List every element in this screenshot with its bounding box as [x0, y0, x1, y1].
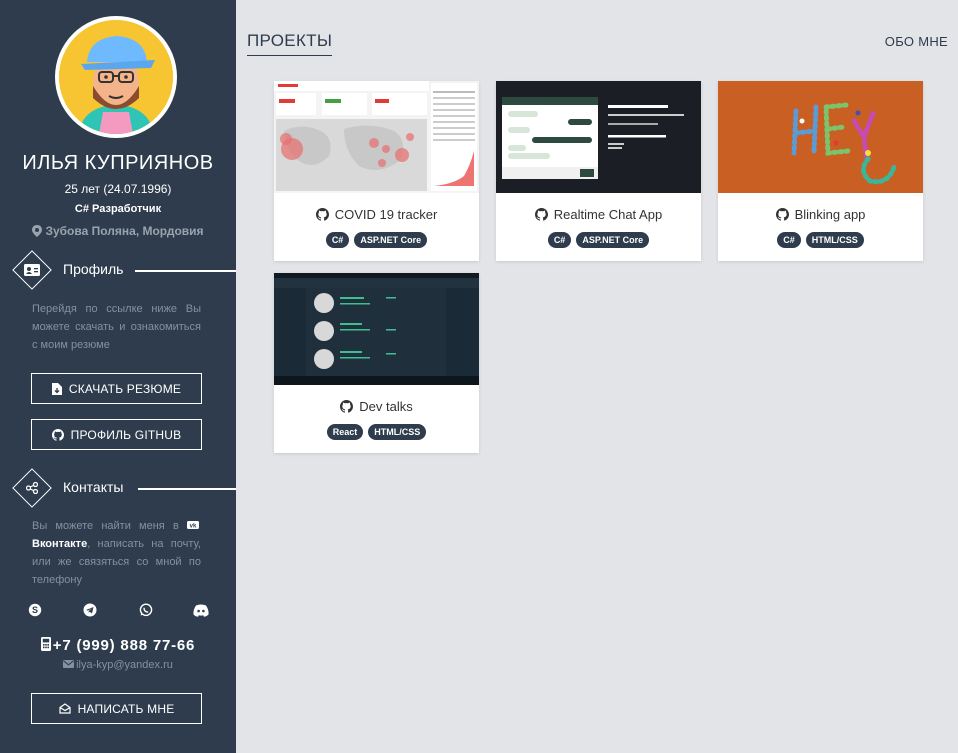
telegram-icon[interactable] — [82, 602, 98, 618]
discord-icon[interactable] — [193, 602, 209, 618]
project-tags: C# ASP.NET Core — [496, 232, 701, 248]
avatar — [55, 16, 177, 138]
tag-badge: C# — [547, 232, 572, 248]
contacts-text-before: Вы можете найти меня в — [32, 520, 187, 532]
project-card-chat[interactable]: Realtime Chat App C# ASP.NET Core — [496, 81, 701, 261]
project-title[interactable]: Dev talks — [359, 399, 412, 414]
vk-link-label: Вконтакте — [32, 538, 88, 550]
svg-text:S: S — [32, 605, 38, 615]
project-tags: C# ASP.NET Core — [274, 232, 479, 248]
email-address[interactable]: ilya-kyp@yandex.ru — [0, 659, 236, 671]
vk-icon: vk — [187, 521, 199, 529]
write-me-button[interactable]: НАПИСАТЬ МНЕ — [31, 693, 202, 724]
github-icon — [340, 400, 354, 413]
github-icon — [775, 208, 789, 221]
file-download-icon — [51, 382, 62, 395]
share-icon — [22, 478, 42, 498]
tag-badge: C# — [777, 232, 801, 248]
profile-section-title: Профиль — [63, 261, 124, 277]
project-tags: React HTML/CSS — [274, 424, 479, 440]
project-title[interactable]: Realtime Chat App — [554, 207, 662, 222]
profile-section-header: Профиль — [0, 250, 236, 290]
profile-role: C# Разработчик — [74, 203, 162, 215]
project-card-devtalks[interactable]: Dev talks React HTML/CSS — [274, 273, 479, 453]
project-title-row: Realtime Chat App — [496, 207, 701, 222]
github-icon — [315, 208, 329, 221]
write-me-label: НАПИСАТЬ МНЕ — [77, 701, 175, 716]
project-thumbnail-chat — [496, 81, 701, 193]
location-text: Зубова Поляна, Мордовия — [45, 224, 204, 238]
tag-badge: ASP.NET Core — [354, 232, 428, 248]
tag-badge: React — [326, 424, 364, 440]
project-title-row: COVID 19 tracker — [274, 207, 479, 222]
github-profile-label: ПРОФИЛЬ GITHUB — [70, 427, 182, 442]
project-card-covid[interactable]: COVID 19 tracker C# ASP.NET Core — [274, 81, 479, 261]
project-title-row: Dev talks — [274, 399, 479, 414]
github-icon — [534, 208, 548, 221]
tag-badge: HTML/CSS — [368, 424, 427, 440]
project-thumbnail-blinking — [718, 81, 923, 193]
project-thumbnail-devtalks — [274, 273, 479, 385]
phone-text: +7 (999) 888 77-66 — [52, 637, 196, 654]
skype-icon[interactable]: S — [27, 602, 43, 618]
open-envelope-icon — [58, 703, 71, 714]
contacts-description: Вы можете найти меня в vk Вконтакте, напи… — [32, 517, 201, 589]
profile-description: Перейдя по ссылке ниже Вы можете скачать… — [32, 303, 201, 351]
tag-badge: HTML/CSS — [805, 232, 864, 248]
phone-number: +7 (999) 888 77-66 — [0, 637, 236, 654]
location-pin-icon — [32, 225, 43, 237]
sidebar: ИЛЬЯ КУПРИЯНОВ 25 лет (24.07.1996) C# Ра… — [0, 0, 236, 753]
svg-text:vk: vk — [190, 523, 197, 529]
nav-projects-tab[interactable]: ПРОЕКТЫ — [247, 31, 333, 56]
profile-section-divider — [135, 270, 236, 272]
contacts-section-divider — [138, 488, 236, 490]
download-resume-label: СКАЧАТЬ РЕЗЮМЕ — [68, 381, 182, 396]
contacts-section-header: Контакты — [0, 468, 236, 508]
project-title-row: Blinking app — [718, 207, 923, 222]
email-text: ilya-kyp@yandex.ru — [76, 659, 173, 671]
tag-badge: ASP.NET Core — [576, 232, 650, 248]
avatar-illustration — [59, 20, 173, 134]
project-card-blinking[interactable]: Blinking app C# HTML/CSS — [718, 81, 923, 261]
phone-icon — [40, 637, 51, 651]
profile-location: Зубова Поляна, Мордовия — [0, 224, 236, 238]
profile-age: 25 лет (24.07.1996) — [64, 182, 172, 196]
download-resume-button[interactable]: СКАЧАТЬ РЕЗЮМЕ — [31, 373, 202, 404]
whatsapp-icon[interactable] — [138, 602, 154, 618]
project-thumbnail-covid — [274, 81, 479, 193]
tag-badge: C# — [325, 232, 350, 248]
nav-about-tab[interactable]: ОБО МНЕ — [885, 34, 948, 49]
id-card-icon — [22, 260, 42, 280]
github-icon — [51, 428, 64, 441]
project-tags: C# HTML/CSS — [718, 232, 923, 248]
contacts-section-title: Контакты — [63, 479, 124, 495]
project-title[interactable]: COVID 19 tracker — [335, 207, 438, 222]
github-profile-button[interactable]: ПРОФИЛЬ GITHUB — [31, 419, 202, 450]
social-links: S — [22, 602, 214, 618]
project-title[interactable]: Blinking app — [795, 207, 866, 222]
profile-name: ИЛЬЯ КУПРИЯНОВ — [22, 152, 214, 174]
envelope-icon — [63, 660, 75, 668]
